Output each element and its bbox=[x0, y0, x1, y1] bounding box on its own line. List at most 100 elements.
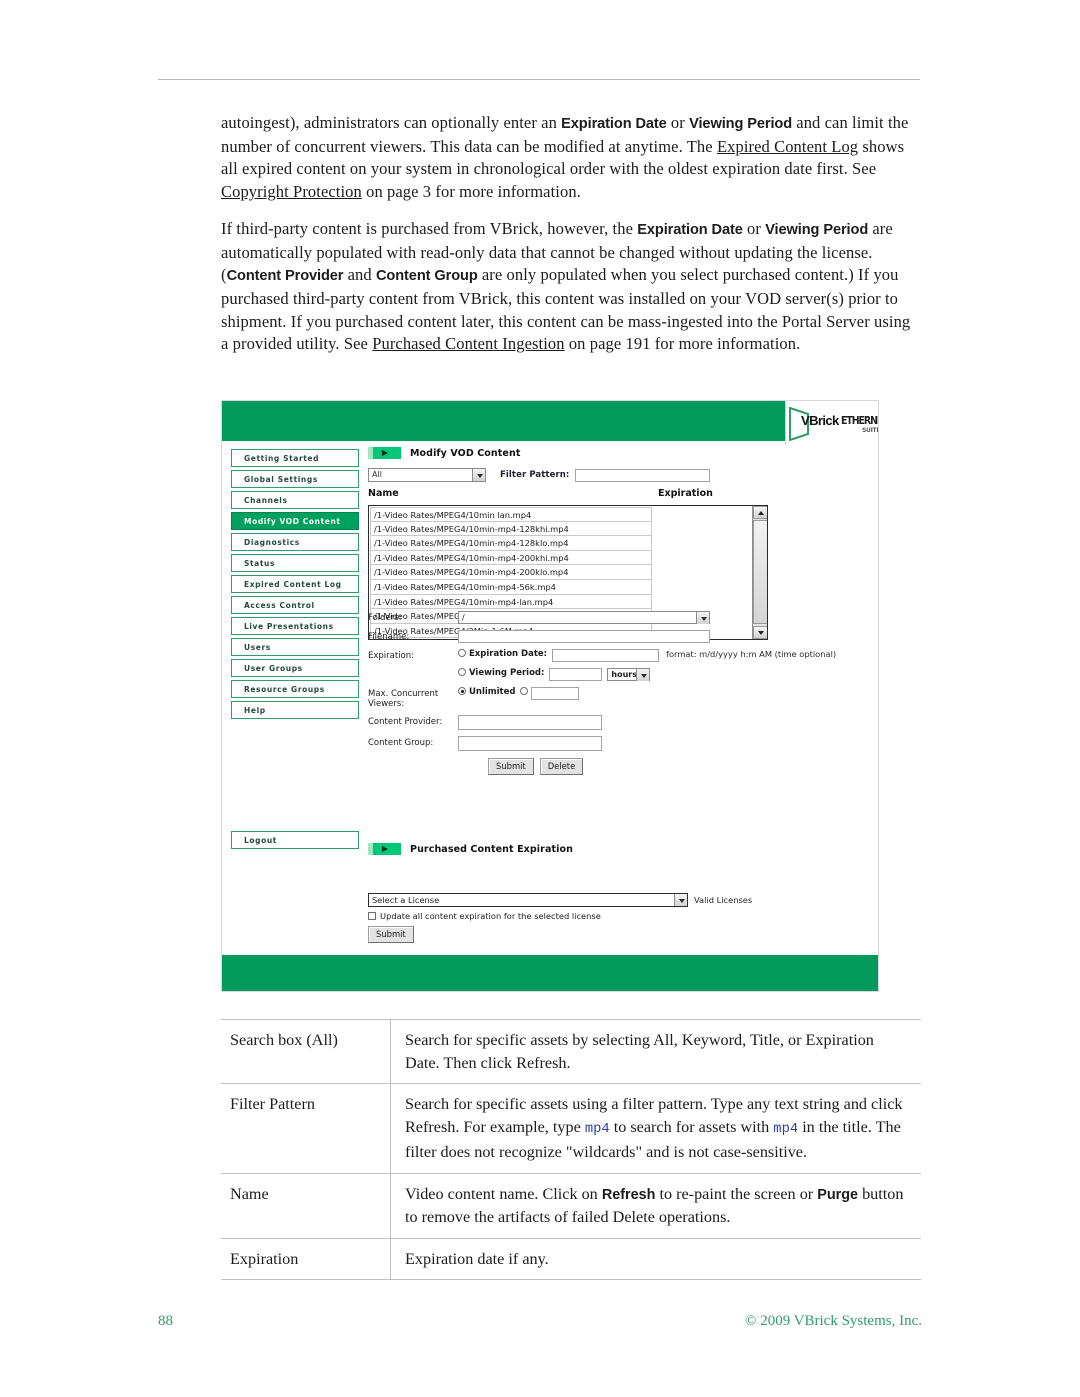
sidebar-item-resource-groups[interactable]: Resource Groups bbox=[231, 680, 359, 698]
expiration-date-radio[interactable] bbox=[458, 649, 466, 657]
application-screenshot: VBrick ETHERNETV SUITE Getting Started G… bbox=[221, 400, 879, 992]
max-viewers-input[interactable] bbox=[531, 687, 580, 700]
scroll-up-icon[interactable] bbox=[753, 506, 767, 519]
sidebar-item-channels[interactable]: Channels bbox=[231, 491, 359, 509]
limited-viewers-radio[interactable] bbox=[520, 687, 529, 695]
paragraph-2: If third-party content is purchased from… bbox=[221, 218, 921, 356]
unlimited-radio[interactable] bbox=[458, 687, 466, 695]
row-value-expiration: Expiration date if any. bbox=[390, 1237, 921, 1280]
chevron-down-icon[interactable] bbox=[472, 469, 485, 481]
row-key-search-box: Search box (All) bbox=[221, 1019, 391, 1084]
body-text: autoingest), administrators can optional… bbox=[221, 112, 921, 370]
list-item[interactable]: /1-Video Rates/MPEG4/10min lan.mp4 bbox=[370, 507, 652, 522]
logo-vbrick-text: VBrick bbox=[801, 413, 839, 428]
modify-vod-title: Modify VOD Content bbox=[410, 447, 521, 459]
logo-suite-text: SUITE bbox=[862, 427, 878, 434]
sidebar-item-logout[interactable]: Logout bbox=[231, 831, 359, 849]
purchased-heading: Purchased Content Expiration bbox=[368, 841, 848, 857]
sidebar-item-live-presentations[interactable]: Live Presentations bbox=[231, 617, 359, 635]
row-key-expiration: Expiration bbox=[221, 1237, 391, 1280]
sidebar-item-diagnostics[interactable]: Diagnostics bbox=[231, 533, 359, 551]
list-item[interactable]: /1-Video Rates/MPEG4/10min-mp4-200klo.mp… bbox=[370, 565, 652, 580]
list-item[interactable]: /1-Video Rates/MPEG4/10min-mp4-56k.mp4 bbox=[370, 579, 652, 595]
content-provider-label: Content Provider: bbox=[368, 717, 443, 727]
license-select[interactable]: Select a License bbox=[368, 893, 688, 907]
p1-s2: or bbox=[666, 113, 690, 132]
link-expired-content-log[interactable]: Expired Content Log bbox=[717, 137, 858, 156]
sidebar-item-status[interactable]: Status bbox=[231, 554, 359, 572]
sidebar-item-global-settings[interactable]: Global Settings bbox=[231, 470, 359, 488]
content-group-input[interactable] bbox=[458, 736, 602, 751]
sidebar-item-users[interactable]: Users bbox=[231, 638, 359, 656]
p1-b2: Viewing Period bbox=[689, 116, 793, 132]
list-item[interactable]: /1-Video Rates/MPEG4/10min-mp4-lan.mp4 bbox=[370, 594, 652, 610]
table-row: Name Video content name. Click on Refres… bbox=[221, 1172, 921, 1239]
sidebar-item-modify-vod-content[interactable]: Modify VOD Content bbox=[231, 512, 359, 530]
viewing-period-input[interactable] bbox=[549, 668, 603, 681]
submit-button[interactable]: Submit bbox=[488, 758, 534, 775]
row-value-filter-pattern: Search for specific assets using a filte… bbox=[390, 1083, 921, 1174]
content-group-label: Content Group: bbox=[368, 738, 434, 748]
column-header-name: Name bbox=[368, 488, 399, 499]
update-all-checkbox[interactable] bbox=[368, 912, 376, 920]
p2-b1: Expiration Date bbox=[637, 221, 743, 238]
chevron-down-icon[interactable] bbox=[674, 894, 687, 906]
list-column-headers: Name Expiration bbox=[368, 488, 868, 502]
sidebar-item-getting-started[interactable]: Getting Started bbox=[231, 449, 359, 467]
viewing-period-row: Viewing Period: hours bbox=[368, 668, 878, 681]
viewing-period-radio[interactable] bbox=[458, 668, 466, 676]
viewing-period-unit-select[interactable]: hours bbox=[607, 668, 651, 681]
filename-input[interactable] bbox=[458, 630, 710, 643]
p2-s2: or bbox=[742, 218, 766, 238]
paragraph-1: autoingest), administrators can optional… bbox=[221, 112, 921, 204]
p2-s4: and bbox=[343, 265, 376, 285]
expiration-label: Expiration: bbox=[368, 651, 415, 661]
update-all-row: Update all content expiration for the se… bbox=[368, 911, 848, 921]
filename-label: Filename: bbox=[368, 632, 410, 642]
list-item[interactable]: /1-Video Rates/MPEG4/10min-mp4-200khi.mp… bbox=[370, 550, 652, 566]
p1-s5: on page 3 for more information. bbox=[361, 182, 581, 202]
app-header-bar bbox=[222, 401, 788, 441]
bold-run: Purge bbox=[817, 1186, 859, 1203]
purchased-title: Purchased Content Expiration bbox=[410, 843, 573, 855]
chevron-down-icon[interactable] bbox=[636, 669, 650, 681]
expiration-date-input[interactable] bbox=[552, 649, 660, 662]
sidebar-item-expired-content-log[interactable]: Expired Content Log bbox=[231, 575, 359, 593]
modify-vod-heading: Modify VOD Content bbox=[368, 445, 868, 461]
text-run: Search for specific assets by selecting … bbox=[405, 1031, 874, 1072]
link-purchased-content-ingestion[interactable]: Purchased Content Ingestion bbox=[372, 334, 564, 353]
p2-b2: Viewing Period bbox=[765, 221, 869, 238]
delete-button[interactable]: Delete bbox=[539, 758, 584, 775]
folders-select[interactable]: / bbox=[458, 611, 710, 624]
list-item[interactable]: /1-Video Rates/MPEG4/10min-mp4-128khi.mp… bbox=[370, 521, 652, 537]
sidebar-item-user-groups[interactable]: User Groups bbox=[231, 659, 359, 677]
table-row: Expiration Expiration date if any. bbox=[221, 1237, 921, 1280]
row-key-filter-pattern: Filter Pattern bbox=[221, 1083, 391, 1174]
filter-pattern-label: Filter Pattern: bbox=[500, 470, 570, 480]
search-scope-select[interactable]: All bbox=[368, 468, 486, 482]
search-scope-value: All bbox=[372, 470, 382, 479]
sidebar-item-access-control[interactable]: Access Control bbox=[231, 596, 359, 614]
scrollbar-thumb[interactable] bbox=[753, 520, 767, 624]
p2-s6: on page 191 for more information. bbox=[564, 334, 801, 354]
content-provider-row: Content Provider: bbox=[368, 715, 878, 730]
spacer-label bbox=[368, 668, 458, 670]
column-header-expiration: Expiration bbox=[658, 488, 713, 499]
folders-value: / bbox=[462, 613, 465, 622]
search-filter-row: All Filter Pattern: bbox=[368, 468, 868, 482]
text-run: Video content name. Click on bbox=[405, 1184, 602, 1203]
purchased-submit-button[interactable]: Submit bbox=[368, 926, 414, 943]
p1-b1: Expiration Date bbox=[561, 116, 667, 132]
list-item[interactable]: /1-Video Rates/MPEG4/10min-mp4-128klo.mp… bbox=[370, 536, 652, 551]
row-value-name: Video content name. Click on Refresh to … bbox=[390, 1172, 921, 1239]
sidebar-item-help[interactable]: Help bbox=[231, 701, 359, 719]
filename-row: Filename: bbox=[368, 630, 878, 643]
filter-pattern-input[interactable] bbox=[575, 468, 711, 482]
purchased-content-panel: Purchased Content Expiration Select a Li… bbox=[368, 841, 848, 943]
chevron-down-icon[interactable] bbox=[696, 612, 709, 624]
table-row: Search box (All) Search for specific ass… bbox=[221, 1019, 921, 1084]
content-provider-input[interactable] bbox=[458, 715, 602, 730]
p2-s1: If third-party content is purchased from… bbox=[221, 218, 638, 238]
link-copyright-protection[interactable]: Copyright Protection bbox=[221, 182, 362, 201]
copyright-notice: © 2009 VBrick Systems, Inc. bbox=[745, 1313, 922, 1329]
